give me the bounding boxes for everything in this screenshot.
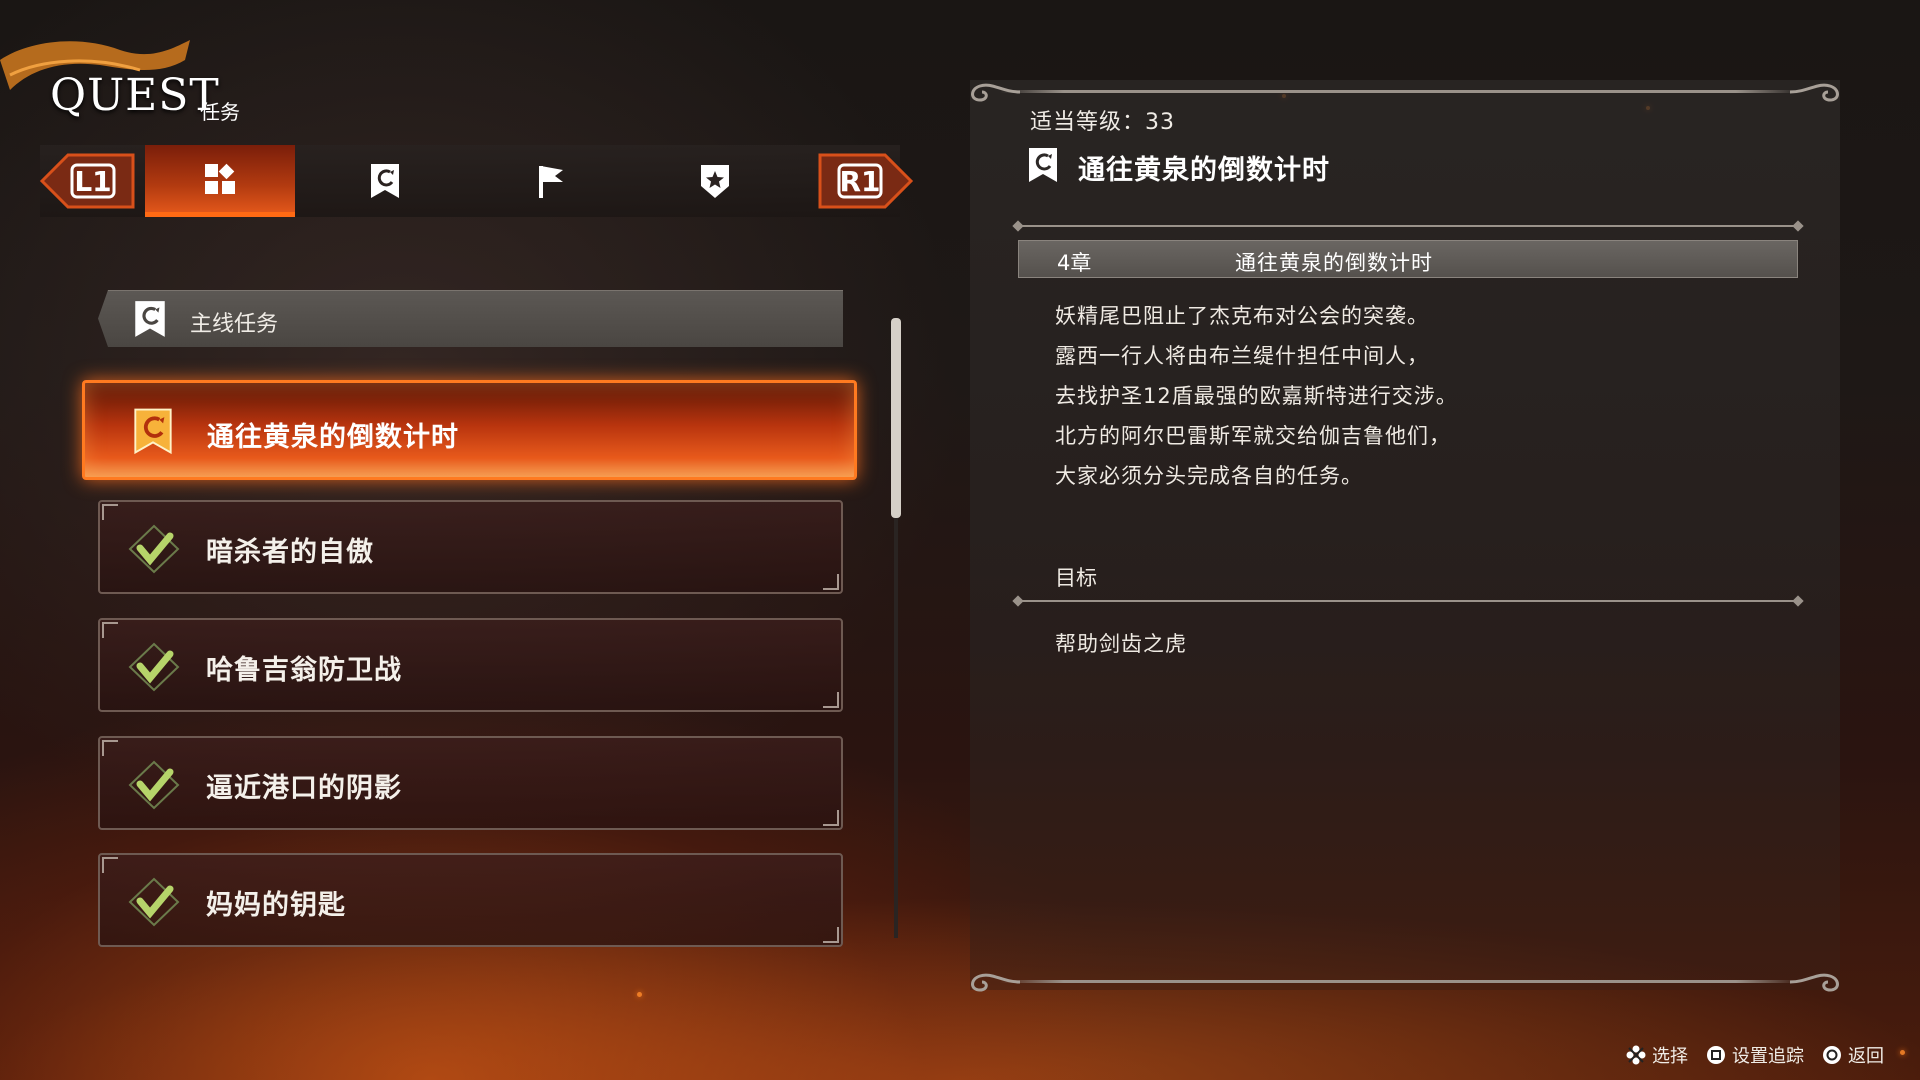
quest-screen: QUEST 任务 L1 R1 主线任务 通往黄泉的倒数计时 暗杀者的自傲 哈鲁吉… [0,0,1920,1080]
hint-label: 设置追踪 [1732,1046,1804,1067]
frame-corner [102,504,118,520]
recommended-level: 适当等级：33 [1030,110,1175,135]
tab-special-quests[interactable] [640,145,790,217]
hint-label: 选择 [1652,1046,1688,1067]
chapter-number: 4章 [1057,251,1092,275]
quest-item[interactable]: 暗杀者的自傲 [98,500,843,594]
tab-main-quests[interactable] [310,145,460,217]
check-icon [128,524,180,578]
hint-set-tracking[interactable]: 设置追踪 [1706,1042,1804,1068]
header-subtitle: 任务 [200,100,240,124]
check-icon [128,642,180,696]
square-button-icon [1706,1045,1726,1065]
chapter-bar: 4章 通往黄泉的倒数计时 [1018,240,1798,278]
frame-corner [102,622,118,638]
star-badge-icon [701,165,729,198]
divider [1018,600,1798,602]
header-title: QUEST [50,70,220,121]
frame-corner [102,740,118,756]
panel-bottom-border [1000,980,1800,983]
quest-item-active[interactable]: 通往黄泉的倒数计时 [82,380,857,480]
all-quests-icon [205,163,235,194]
flag-icon [539,166,563,198]
frame-corner [102,857,118,873]
quest-title: 哈鲁吉翁防卫战 [206,655,402,686]
hint-back[interactable]: 返回 [1822,1042,1884,1068]
button-hints: 选择 设置追踪 返回 [1626,1042,1884,1068]
cross-button-icon [1626,1045,1646,1065]
main-quest-icon [1026,146,1060,188]
scroll-ornament [1789,83,1839,102]
category-header-main-quests: 主线任务 [98,290,843,347]
scroll-ornament [971,83,1021,102]
quest-title: 通往黄泉的倒数计时 [207,422,459,453]
l1-label: L1 [74,165,112,198]
objective-text: 帮助剑齿之虎 [1055,632,1187,656]
quest-tab-bar: L1 R1 [38,145,914,217]
tab-sub-quests[interactable] [475,145,625,217]
divider [1018,225,1798,227]
main-quest-icon [131,407,175,459]
frame-corner [823,692,839,708]
frame-corner [823,810,839,826]
description-line: 露西一行人将由布兰缇什担任中间人， [1055,344,1429,368]
frame-corner [823,927,839,943]
detail-quest-title: 通往黄泉的倒数计时 [1078,155,1330,186]
quest-detail-panel [970,80,1840,990]
panel-top-border [1000,90,1800,93]
quest-description: 妖精尾巴阻止了杰克布对公会的突袭。 露西一行人将由布兰缇什担任中间人， 去找护圣… [1055,296,1775,496]
chapter-title: 通往黄泉的倒数计时 [1235,251,1433,275]
quest-item[interactable]: 逼近港口的阴影 [98,736,843,830]
description-line: 北方的阿尔巴雷斯军就交给伽吉鲁他们， [1055,424,1451,448]
ember-particle [1900,1050,1905,1055]
hint-label: 返回 [1848,1046,1884,1067]
description-line: 大家必须分头完成各自的任务。 [1055,464,1363,488]
objective-heading: 目标 [1055,566,1097,590]
category-label: 主线任务 [190,312,279,337]
quest-title: 暗杀者的自傲 [206,537,374,568]
scrollbar-thumb[interactable] [891,318,901,518]
quest-title: 妈妈的钥匙 [206,890,346,921]
description-line: 妖精尾巴阻止了杰克布对公会的突袭。 [1055,304,1429,328]
frame-corner [823,574,839,590]
screen-header: QUEST 任务 [0,20,400,124]
check-icon [128,760,180,814]
ember-particle [637,992,642,997]
main-quest-icon [132,299,168,343]
scroll-ornament [971,973,1021,992]
main-quest-icon [371,164,399,198]
r1-shoulder-button[interactable]: R1 [815,145,915,217]
hint-select[interactable]: 选择 [1626,1042,1688,1068]
check-icon [128,877,180,931]
quest-item[interactable]: 哈鲁吉翁防卫战 [98,618,843,712]
scroll-ornament [1789,973,1839,992]
l1-shoulder-button[interactable]: L1 [38,145,138,217]
circle-button-icon [1822,1045,1842,1065]
r1-label: R1 [839,165,881,198]
quest-item[interactable]: 妈妈的钥匙 [98,853,843,947]
tab-all-quests[interactable] [145,145,295,217]
description-line: 去找护圣12盾最强的欧嘉斯特进行交涉。 [1055,384,1458,408]
quest-title: 逼近港口的阴影 [206,773,402,804]
